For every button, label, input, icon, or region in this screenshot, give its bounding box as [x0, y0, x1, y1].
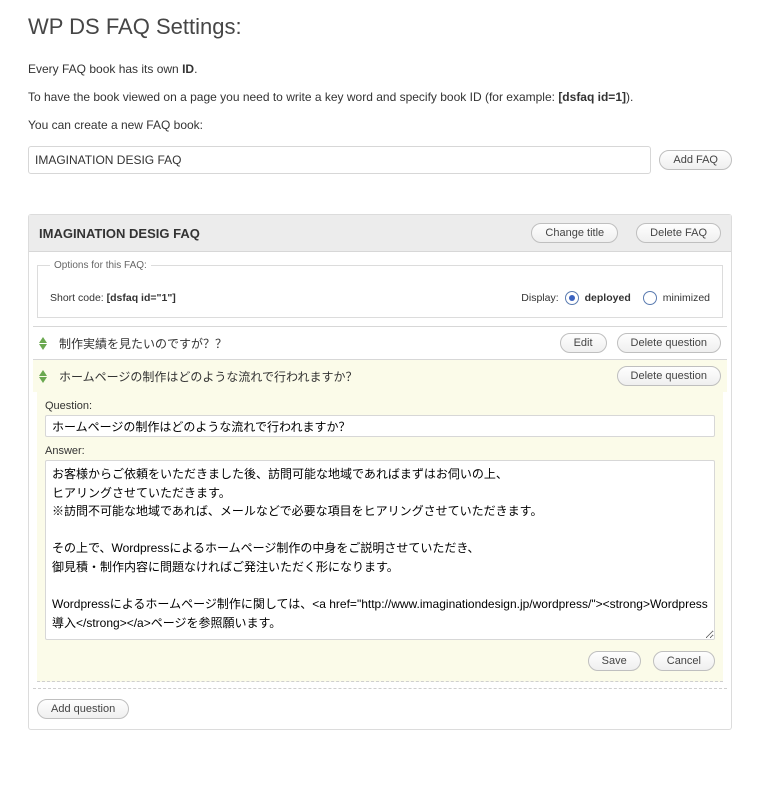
shortcode-display: Short code: [dsfaq id="1"] [50, 292, 521, 304]
intro-line-2: To have the book viewed on a page you ne… [28, 90, 732, 104]
intro-line-1: Every FAQ book has its own ID. [28, 62, 732, 76]
reorder-arrows [39, 337, 51, 350]
shortcode-value: [dsfaq id="1"] [107, 292, 176, 304]
question-field-label: Question: [45, 400, 715, 412]
question-title: ホームページの制作はどのような流れで行われますか？ [59, 368, 609, 385]
shortcode-label: Short code: [50, 292, 107, 304]
intro-text: To have the book viewed on a page you ne… [28, 90, 558, 104]
display-radio-deployed[interactable] [565, 291, 579, 305]
display-radio-minimized[interactable] [643, 291, 657, 305]
arrow-down-icon[interactable] [39, 377, 47, 383]
reorder-arrows [39, 370, 51, 383]
cancel-button[interactable]: Cancel [653, 651, 715, 671]
question-editor: Question: Answer: Save Cancel [37, 392, 723, 682]
faq-book-header: IMAGINATION DESIG FAQ Change title Delet… [29, 215, 731, 252]
create-label: You can create a new FAQ book: [28, 118, 732, 132]
question-row: 制作実績を見たいのですが？？ Edit Delete question [33, 327, 727, 359]
answer-field-label: Answer: [45, 445, 715, 457]
page-title: WP DS FAQ Settings: [28, 14, 732, 40]
save-button[interactable]: Save [588, 651, 641, 671]
arrow-up-icon[interactable] [39, 370, 47, 376]
intro-bold-id: ID [182, 62, 194, 76]
faq-options-box: Options for this FAQ: Short code: [dsfaq… [37, 260, 723, 318]
arrow-down-icon[interactable] [39, 344, 47, 350]
question-item: 制作実績を見たいのですが？？ Edit Delete question [33, 326, 727, 360]
question-row: ホームページの制作はどのような流れで行われますか？ Delete questio… [33, 360, 727, 392]
faq-book-title: IMAGINATION DESIG FAQ [39, 226, 531, 241]
new-faq-title-input[interactable] [28, 146, 651, 174]
add-faq-button[interactable]: Add FAQ [659, 150, 732, 170]
arrow-up-icon[interactable] [39, 337, 47, 343]
question-item: ホームページの制作はどのような流れで行われますか？ Delete questio… [33, 359, 727, 689]
intro-bold-shortcode: [dsfaq id=1] [558, 90, 626, 104]
display-label: Display: [521, 292, 558, 304]
intro-text: Every FAQ book has its own [28, 62, 182, 76]
faq-book: IMAGINATION DESIG FAQ Change title Delet… [28, 214, 732, 730]
delete-question-button[interactable]: Delete question [617, 366, 721, 386]
question-field-input[interactable] [45, 415, 715, 437]
delete-question-button[interactable]: Delete question [617, 333, 721, 353]
add-question-button[interactable]: Add question [37, 699, 129, 719]
display-option-minimized: minimized [663, 292, 710, 304]
answer-field-textarea[interactable] [45, 460, 715, 640]
options-legend: Options for this FAQ: [50, 260, 151, 271]
display-option-deployed: deployed [585, 292, 631, 304]
intro-text: . [194, 62, 197, 76]
change-title-button[interactable]: Change title [531, 223, 618, 243]
intro-text: ). [626, 90, 633, 104]
edit-question-button[interactable]: Edit [560, 333, 607, 353]
question-title: 制作実績を見たいのですが？？ [59, 335, 552, 352]
delete-faq-button[interactable]: Delete FAQ [636, 223, 721, 243]
